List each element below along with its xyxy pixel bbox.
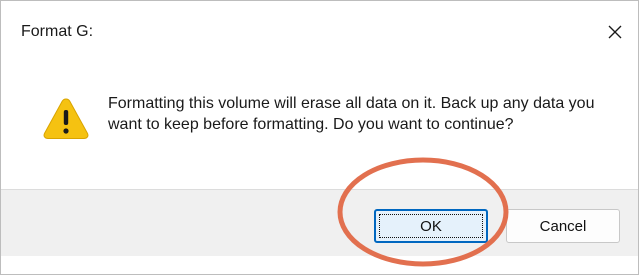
ok-button-label: OK <box>420 217 442 235</box>
warning-icon <box>43 98 89 139</box>
dialog-message: Formatting this volume will erase all da… <box>108 95 595 133</box>
dialog-content: Formatting this volume will erase all da… <box>1 63 638 189</box>
close-icon <box>608 25 622 39</box>
ok-button[interactable]: OK <box>374 209 488 243</box>
format-dialog: Format G: Formatting this volume will er… <box>0 0 639 275</box>
cancel-button-label: Cancel <box>539 217 587 235</box>
close-button[interactable] <box>592 13 638 51</box>
dialog-footer: OK Cancel <box>1 189 638 256</box>
cancel-button[interactable]: Cancel <box>506 209 620 243</box>
dialog-title: Format G: <box>21 23 94 40</box>
title-bar: Format G: <box>1 1 638 63</box>
